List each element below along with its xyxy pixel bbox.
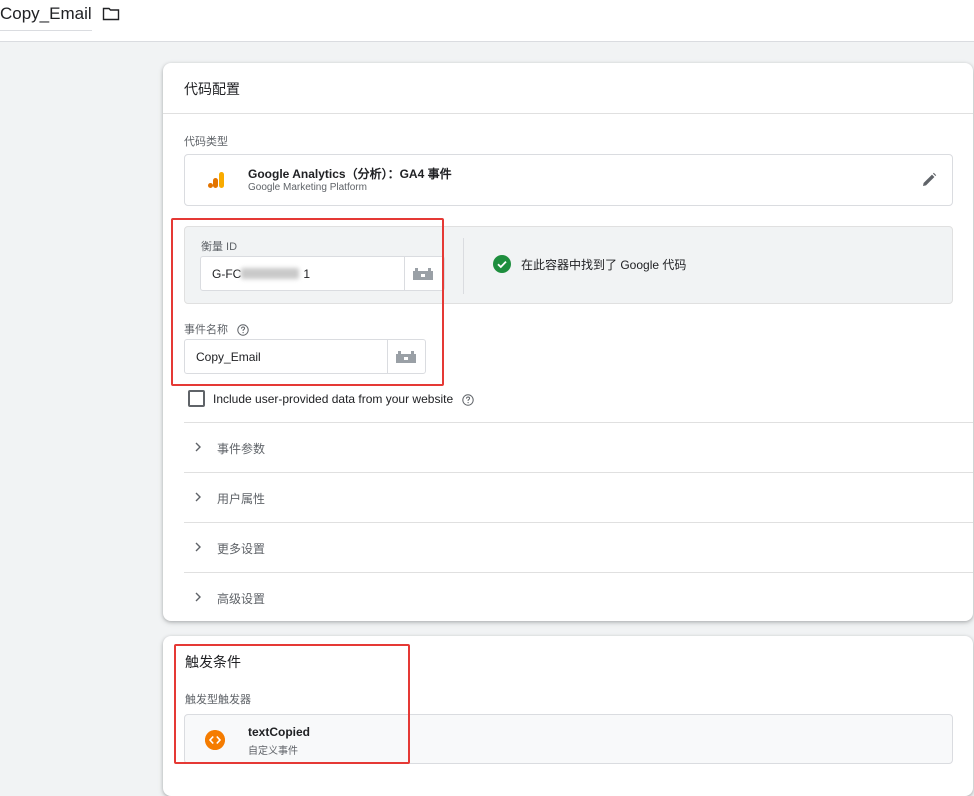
folder-icon[interactable] bbox=[102, 6, 120, 22]
edit-pencil-icon[interactable] bbox=[920, 171, 938, 189]
section-event-parameters[interactable]: 事件参数 bbox=[184, 422, 973, 472]
chevron-right-icon bbox=[195, 592, 201, 602]
panel-divider bbox=[463, 238, 464, 294]
highlight-box-ids bbox=[171, 218, 444, 386]
tag-type-selector[interactable]: Google Analytics（分析）：GA4 事件 Google Marke… bbox=[184, 154, 953, 206]
tag-type-label: 代码类型 bbox=[184, 136, 228, 148]
ga-analytics-icon bbox=[208, 172, 224, 188]
tag-type-platform: Google Marketing Platform bbox=[248, 182, 367, 193]
user-provided-data-checkbox[interactable] bbox=[188, 390, 205, 407]
section-advanced-settings[interactable]: 高级设置 bbox=[184, 572, 973, 622]
user-provided-data-label-row: Include user-provided data from your web… bbox=[213, 392, 475, 406]
highlight-box-trigger bbox=[174, 644, 410, 764]
check-circle-icon bbox=[493, 255, 511, 273]
tag-name-title[interactable]: Copy_Email bbox=[0, 4, 92, 31]
chevron-right-icon bbox=[195, 492, 201, 502]
section-label: 用户属性 bbox=[217, 492, 266, 506]
tag-type-name: Google Analytics（分析）：GA4 事件 bbox=[248, 167, 452, 181]
section-more-settings[interactable]: 更多设置 bbox=[184, 522, 973, 572]
help-icon[interactable] bbox=[462, 394, 475, 406]
tag-config-title: 代码配置 bbox=[184, 81, 240, 97]
user-provided-data-label: Include user-provided data from your web… bbox=[213, 392, 454, 406]
top-bar: Copy_Email bbox=[0, 0, 974, 42]
google-tag-found-text: 在此容器中找到了 Google 代码 bbox=[521, 258, 687, 272]
section-label: 高级设置 bbox=[217, 592, 266, 606]
chevron-right-icon bbox=[195, 442, 201, 452]
section-label: 更多设置 bbox=[217, 542, 266, 556]
chevron-right-icon bbox=[195, 542, 201, 552]
section-user-properties[interactable]: 用户属性 bbox=[184, 472, 973, 522]
section-label: 事件参数 bbox=[217, 442, 266, 456]
tag-config-header: 代码配置 bbox=[163, 63, 973, 114]
